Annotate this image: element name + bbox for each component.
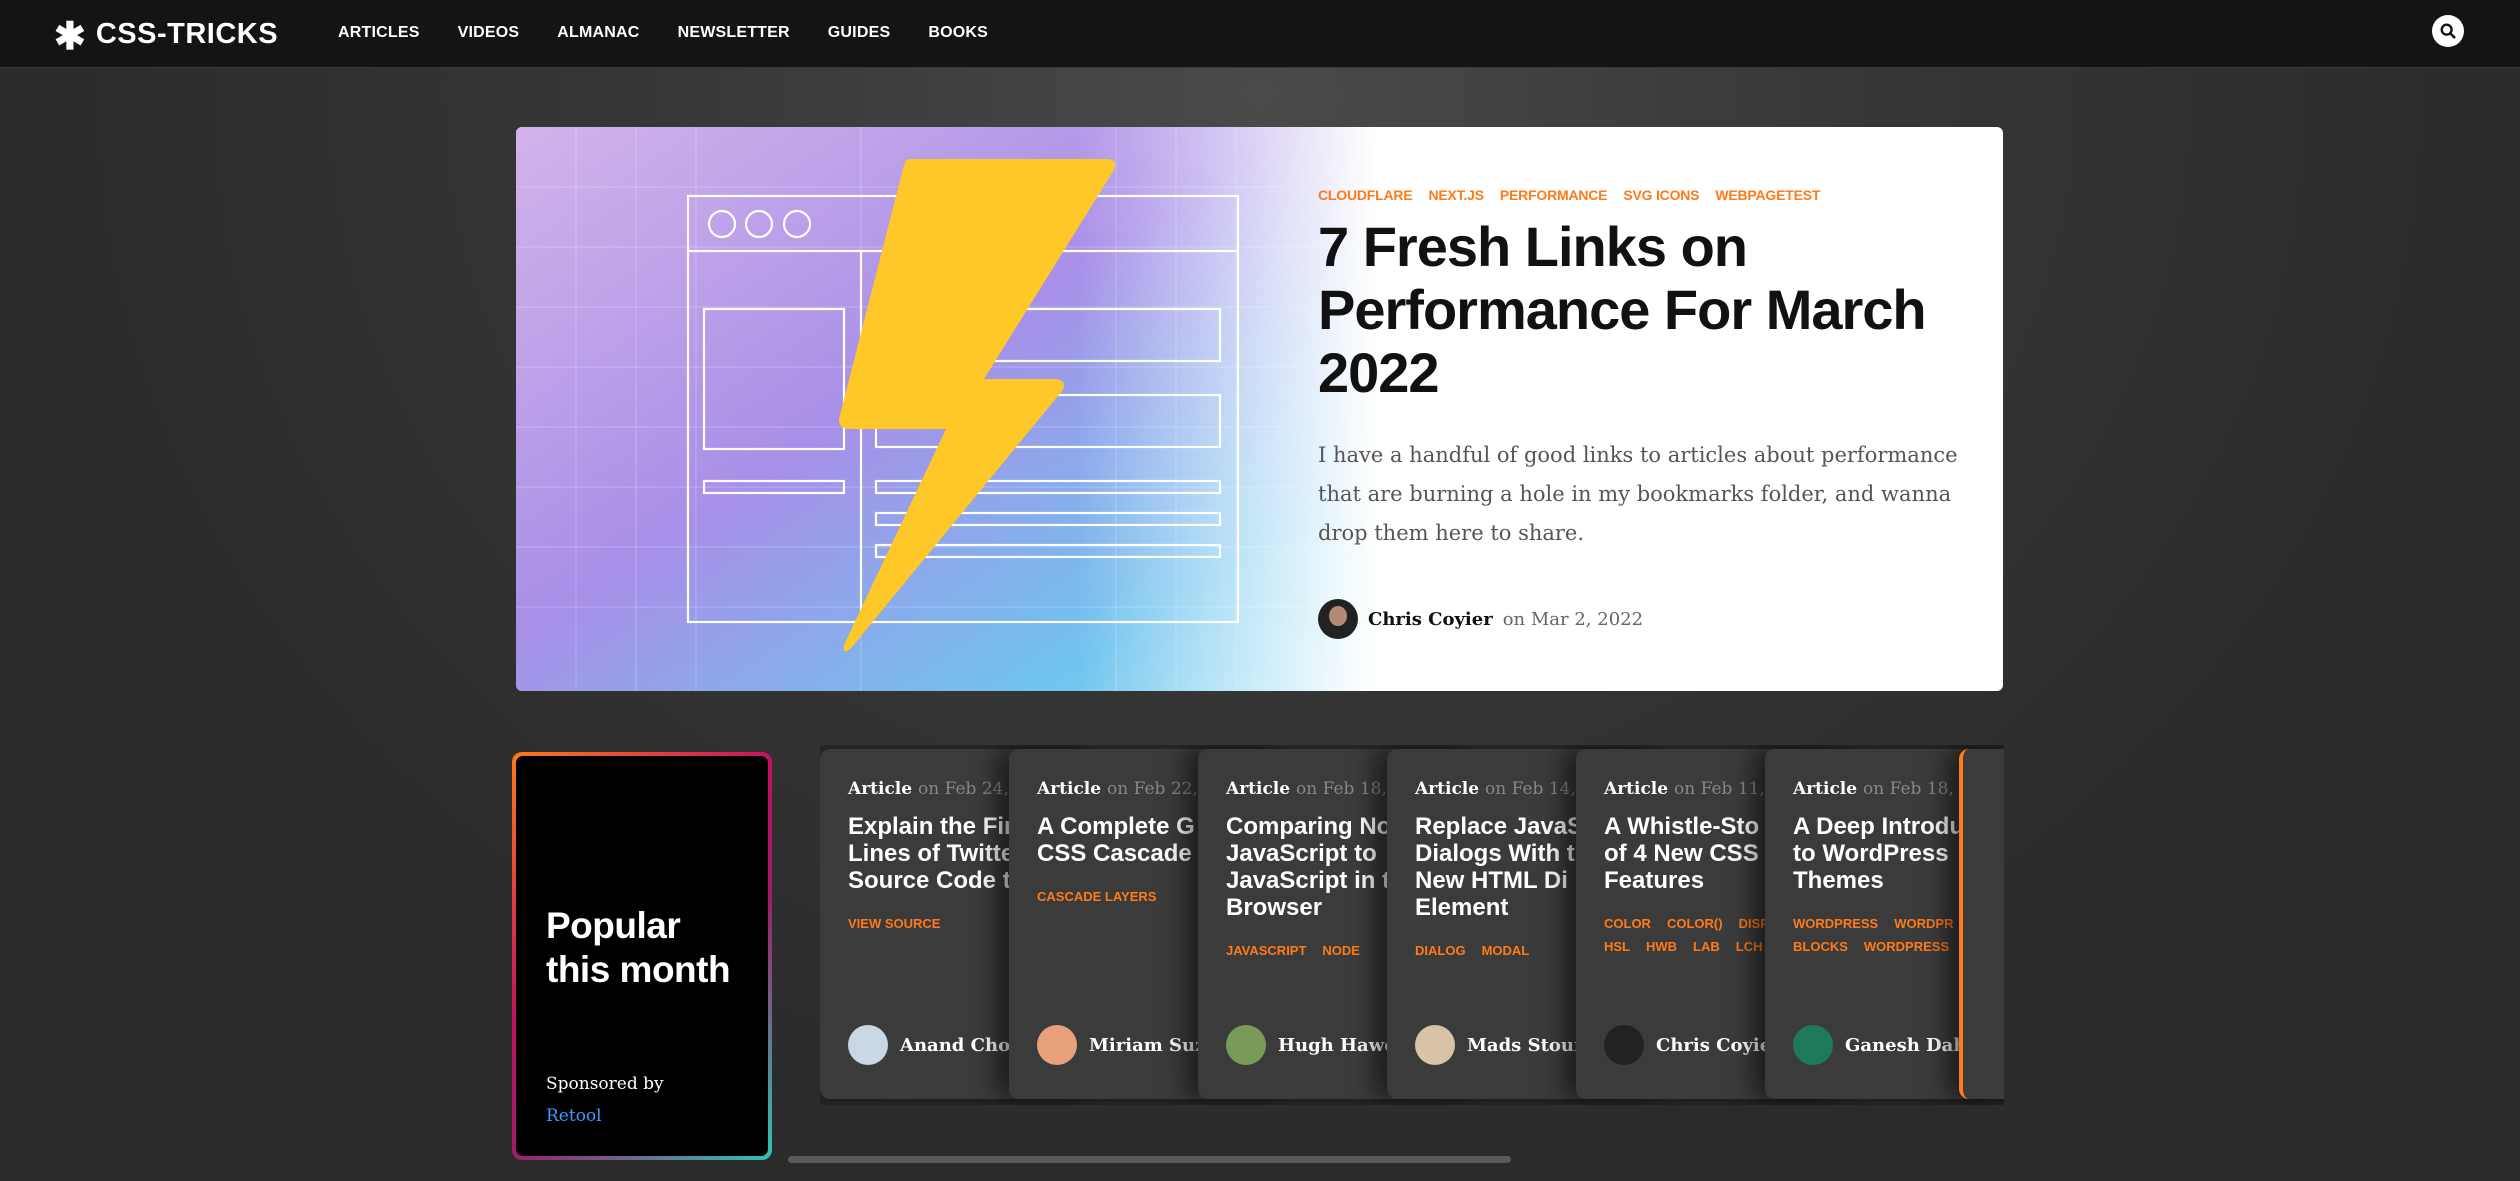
logo-star-icon: ✱: [54, 16, 86, 58]
article-card-partial[interactable]: [1959, 749, 2004, 1099]
search-icon: [2440, 23, 2456, 39]
author-avatar[interactable]: [1793, 1025, 1833, 1065]
card-tag[interactable]: VIEW SOURCE: [848, 916, 940, 931]
sponsor-label: Sponsored by: [546, 1074, 664, 1094]
card-tag[interactable]: NODE: [1322, 943, 1360, 958]
tag-webpagetest[interactable]: WEBPAGETEST: [1715, 187, 1820, 203]
card-tags: COLOR COLOR() DISP HSL HWB LAB LCH: [1604, 916, 1769, 954]
card-tag[interactable]: WORDPR: [1894, 916, 1953, 931]
card-tag[interactable]: BLOCKS: [1793, 939, 1848, 954]
card-author[interactable]: Mads Stoum: [1415, 1025, 1593, 1065]
site-logo[interactable]: ✱ CSS-TRICKS: [54, 14, 279, 58]
featured-article-text: CLOUDFLARE NEXT.JS PERFORMANCE SVG ICONS…: [1318, 187, 1958, 639]
author-avatar[interactable]: [1604, 1025, 1644, 1065]
nav-almanac[interactable]: ALMANAC: [557, 24, 639, 42]
author-name[interactable]: Chris Coyier: [1368, 609, 1493, 630]
nav-guides[interactable]: GUIDES: [828, 24, 891, 42]
popular-title: Popular this month: [546, 905, 731, 990]
tag-svg-icons[interactable]: SVG ICONS: [1623, 187, 1699, 203]
card-tag[interactable]: LAB: [1693, 939, 1720, 954]
card-author[interactable]: Hugh Hawor: [1226, 1025, 1406, 1065]
card-tag[interactable]: HSL: [1604, 939, 1630, 954]
popular-article-carousel[interactable]: Article on Feb 24, 2 Explain the Fir Lin…: [820, 745, 2004, 1105]
author-avatar[interactable]: [1415, 1025, 1455, 1065]
site-header: ✱ CSS-TRICKS ARTICLES VIDEOS ALMANAC NEW…: [0, 0, 2520, 68]
card-tag[interactable]: CASCADE LAYERS: [1037, 889, 1156, 904]
card-author[interactable]: Ganesh Daha: [1793, 1025, 1978, 1065]
featured-article-excerpt: I have a handful of good links to articl…: [1318, 443, 1958, 545]
featured-tag-list: CLOUDFLARE NEXT.JS PERFORMANCE SVG ICONS…: [1318, 187, 1958, 203]
card-author[interactable]: Anand Chow: [848, 1025, 1026, 1065]
author-name[interactable]: Anand Chow: [900, 1035, 1026, 1056]
author-avatar[interactable]: [1318, 599, 1358, 639]
card-tag[interactable]: WORDPRESS: [1793, 916, 1878, 931]
popular-this-month-panel: Popular this month Sponsored by Retool: [512, 752, 772, 1160]
sponsor-link[interactable]: Retool: [546, 1106, 602, 1126]
author-avatar[interactable]: [848, 1025, 888, 1065]
lightning-browser-illustration: [516, 127, 1376, 691]
main-nav: ARTICLES VIDEOS ALMANAC NEWSLETTER GUIDE…: [338, 0, 988, 66]
card-tag[interactable]: LCH: [1736, 939, 1763, 954]
author-avatar[interactable]: [1037, 1025, 1077, 1065]
logo-text: CSS-TRICKS: [95, 17, 279, 50]
card-tag[interactable]: COLOR(): [1667, 916, 1723, 931]
card-tag[interactable]: JAVASCRIPT: [1226, 943, 1306, 958]
author-name[interactable]: Mads Stoum: [1467, 1035, 1593, 1056]
publish-date: on Mar 2, 2022: [1502, 608, 1644, 630]
card-tag[interactable]: HWB: [1646, 939, 1677, 954]
featured-article-card[interactable]: CLOUDFLARE NEXT.JS PERFORMANCE SVG ICONS…: [516, 127, 2003, 691]
carousel-scrollbar[interactable]: [788, 1156, 1511, 1163]
nav-videos[interactable]: VIDEOS: [458, 24, 520, 42]
card-author[interactable]: Chris Coyier: [1604, 1025, 1781, 1065]
featured-article-title[interactable]: 7 Fresh Links on Performance For March 2…: [1318, 215, 1958, 404]
card-tag[interactable]: MODAL: [1482, 943, 1530, 958]
author-name[interactable]: Chris Coyier: [1656, 1035, 1781, 1056]
nav-articles[interactable]: ARTICLES: [338, 24, 420, 42]
featured-article-byline: Chris Coyier on Mar 2, 2022: [1318, 599, 1958, 639]
card-tag[interactable]: DIALOG: [1415, 943, 1466, 958]
card-author[interactable]: Miriam Suza: [1037, 1025, 1217, 1065]
tag-cloudflare[interactable]: CLOUDFLARE: [1318, 187, 1413, 203]
search-button[interactable]: [2432, 15, 2464, 47]
nav-books[interactable]: BOOKS: [928, 24, 988, 42]
popular-panel-inner: Popular this month Sponsored by Retool: [516, 756, 768, 1156]
tag-nextjs[interactable]: NEXT.JS: [1428, 187, 1484, 203]
card-tag[interactable]: WORDPRESS: [1864, 939, 1949, 954]
card-tag[interactable]: COLOR: [1604, 916, 1651, 931]
featured-article-illustration: [516, 127, 1376, 691]
tag-performance[interactable]: PERFORMANCE: [1500, 187, 1608, 203]
nav-newsletter[interactable]: NEWSLETTER: [678, 24, 790, 42]
author-avatar[interactable]: [1226, 1025, 1266, 1065]
